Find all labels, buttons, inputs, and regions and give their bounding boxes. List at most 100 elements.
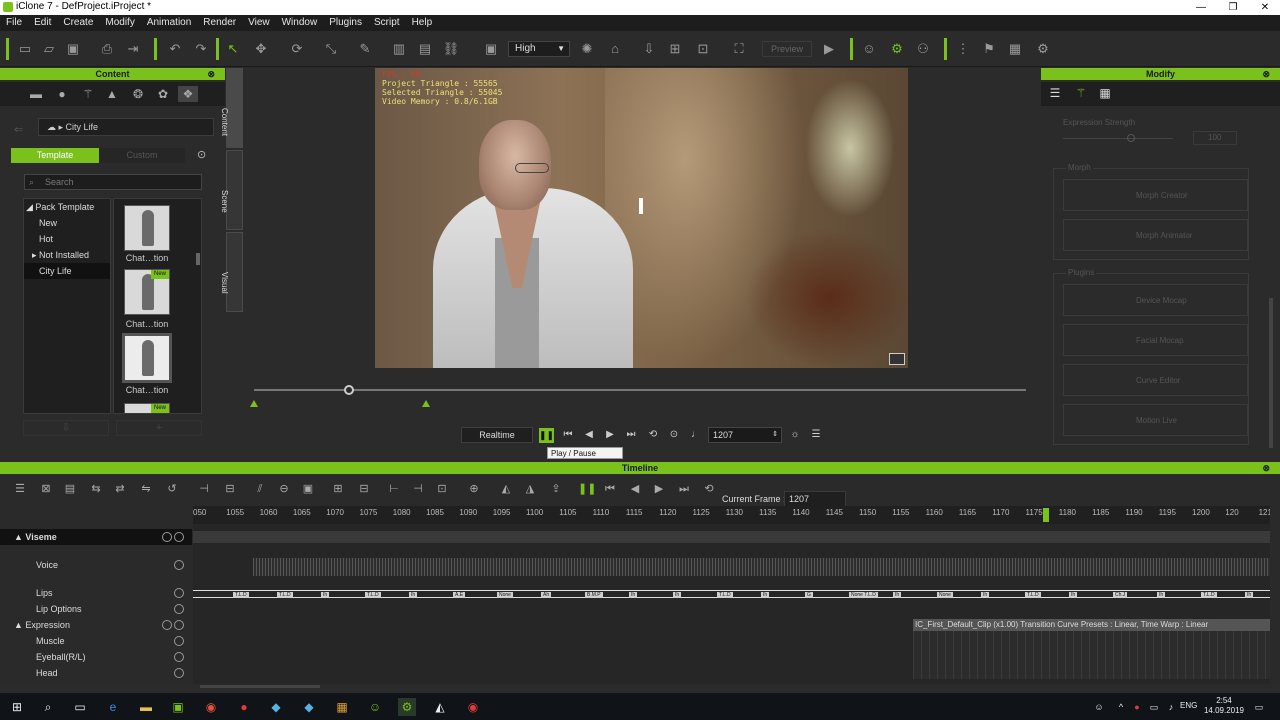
gizmo-icon[interactable] (639, 198, 643, 214)
edge-icon[interactable]: e (104, 698, 122, 716)
checker-icon[interactable]: ▦ (1097, 86, 1113, 102)
track-remove-icon[interactable] (174, 604, 184, 614)
align-icon[interactable]: ▥ (390, 40, 408, 58)
tree-item-pack-template[interactable]: ◢ Pack Template (24, 199, 110, 215)
template-icon[interactable]: ❖ (178, 86, 198, 102)
align-track-icon[interactable]: ⇆ (88, 481, 104, 497)
timeline-pause-icon[interactable]: ❚❚ (578, 481, 596, 497)
select-tool-icon[interactable]: ↖ (224, 40, 242, 58)
download-button[interactable]: ⇩ (23, 420, 109, 436)
app-icon-1[interactable]: ◆ (267, 698, 285, 716)
lip-marker[interactable]: None (497, 592, 513, 598)
undo-clip-icon[interactable]: ↺ (164, 481, 180, 497)
drop-to-floor-icon[interactable]: ⇩ (640, 40, 658, 58)
timeline-prev-icon[interactable]: ◀ (627, 481, 643, 497)
thumbnail-item[interactable] (124, 205, 170, 251)
timeline-last-icon[interactable]: ⏭ (676, 481, 692, 497)
search-input[interactable]: ⌕ Search (24, 174, 202, 190)
scale-tool-icon[interactable]: ⤡ (322, 40, 340, 58)
avatar-icon[interactable]: ● (54, 86, 70, 102)
close-panel-icon[interactable]: ⊗ (1262, 462, 1270, 474)
pick-parent-icon[interactable]: ✎ (356, 40, 374, 58)
start-icon[interactable]: ⊞ (8, 698, 26, 716)
lip-marker[interactable]: Ih (321, 592, 330, 598)
menu-render[interactable]: Render (197, 15, 242, 31)
lip-marker[interactable]: Ah (541, 592, 552, 598)
facial-mocap-button[interactable]: Facial Mocap (1063, 324, 1248, 356)
morph-animator-button[interactable]: Morph Animator (1063, 219, 1248, 251)
menu-script[interactable]: Script (368, 15, 406, 31)
timeline-next-icon[interactable]: ▶ (651, 481, 667, 497)
lip-marker[interactable]: Ih (1069, 592, 1078, 598)
frame-selected-icon[interactable]: ⛶ (730, 40, 748, 58)
light-icon[interactable]: ✺ (578, 40, 596, 58)
redo-icon[interactable]: ↷ (192, 40, 210, 58)
insert-icon[interactable]: ⊢ (386, 481, 402, 497)
loop-clip-icon[interactable]: ⇋ (138, 481, 154, 497)
lip-marker[interactable]: Ih (761, 592, 770, 598)
chrome-icon[interactable]: ◉ (202, 698, 220, 716)
breadcrumb[interactable]: ☁ ▸ City Life (38, 118, 214, 136)
tab-scene[interactable]: Scene (220, 150, 243, 230)
task-view-icon[interactable]: ▭ (71, 698, 89, 716)
search-taskbar-icon[interactable]: ⌕ (39, 698, 57, 716)
add-button[interactable]: + (116, 420, 202, 436)
start-marker-icon[interactable] (250, 400, 258, 407)
timeline-first-icon[interactable]: ⏮ (602, 481, 618, 497)
filter-icon[interactable]: ▤ (62, 481, 78, 497)
list-icon[interactable]: ☰ (809, 428, 823, 442)
frame-input[interactable]: 1207 ⇕ (708, 427, 782, 443)
video-camera-icon[interactable]: ▶ (820, 40, 838, 58)
lip-marker[interactable]: None (937, 592, 953, 598)
lip-marker[interactable]: None T.L.D (849, 592, 878, 598)
app-icon-2[interactable]: ◆ (300, 698, 318, 716)
export-icon[interactable]: ⇥ (124, 40, 142, 58)
lip-marker[interactable]: A.E (453, 592, 466, 598)
lip-marker[interactable]: T.L.D (365, 592, 381, 598)
speed-icon[interactable]: ⊟ (356, 481, 372, 497)
track-remove-icon[interactable] (174, 636, 184, 646)
next-key-icon[interactable]: ◮ (522, 481, 538, 497)
render-quality-select[interactable]: High ▼ (508, 41, 570, 57)
range-slider-knob[interactable] (344, 385, 354, 395)
3d-viewport[interactable]: FPS : 60 Project Triangle : 55565 Select… (375, 68, 908, 368)
timeline-loop-icon[interactable]: ⟲ (701, 481, 717, 497)
effect-icon[interactable]: ❂ (130, 86, 146, 102)
menu-view[interactable]: View (242, 15, 276, 31)
track-remove-icon[interactable] (174, 532, 184, 542)
motion-icon[interactable]: ⚚ (80, 86, 96, 102)
folder-icon[interactable]: ▬ (28, 86, 44, 102)
lip-marker[interactable]: Ih (893, 592, 902, 598)
menu-help[interactable]: Help (406, 15, 439, 31)
clipboard-icon[interactable]: ▦ (1006, 40, 1024, 58)
break-clip-icon[interactable]: ⊣ (196, 481, 212, 497)
archive-icon[interactable]: ▦ (333, 698, 351, 716)
close-panel-icon[interactable]: ⊗ (1262, 68, 1270, 80)
preview-select[interactable]: Preview (762, 41, 812, 57)
system-clock[interactable]: 2:54 14.09.2019 (1204, 696, 1244, 716)
lip-marker[interactable]: T.L.D (1201, 592, 1217, 598)
slider-knob[interactable] (1127, 134, 1135, 142)
tree-item-new[interactable]: New (24, 215, 110, 231)
collapse-icon[interactable]: ⊠ (38, 481, 54, 497)
sliders-icon[interactable]: ☰ (1047, 86, 1063, 102)
menu-edit[interactable]: Edit (28, 15, 57, 31)
obs-icon[interactable]: ◉ (464, 698, 482, 716)
export-clip-icon[interactable]: ⇪ (548, 481, 564, 497)
track-row-lips[interactable]: Lips (0, 585, 192, 601)
first-frame-icon[interactable]: ⏮ (561, 428, 575, 442)
minimize-icon[interactable]: — (1186, 0, 1216, 15)
settings-gear-icon[interactable]: ☼ (788, 428, 802, 442)
lip-marker[interactable]: Ih (629, 592, 638, 598)
thumbnail-item[interactable]: New (124, 403, 170, 413)
track-eye-icon[interactable] (162, 532, 172, 542)
lip-marker[interactable]: Ch.J (1113, 592, 1128, 598)
tab-content[interactable]: Content (220, 68, 243, 148)
battery-icon[interactable]: ▭ (1145, 698, 1163, 716)
undo-icon[interactable]: ↶ (166, 40, 184, 58)
track-row-eyeball[interactable]: Eyeball(R/L) (0, 649, 192, 665)
scene-icon[interactable]: ▲ (104, 86, 120, 102)
move-tool-icon[interactable]: ✥ (252, 40, 270, 58)
motion-pose-icon[interactable]: ⚚ (1073, 86, 1089, 102)
caption-icon[interactable] (889, 353, 905, 365)
